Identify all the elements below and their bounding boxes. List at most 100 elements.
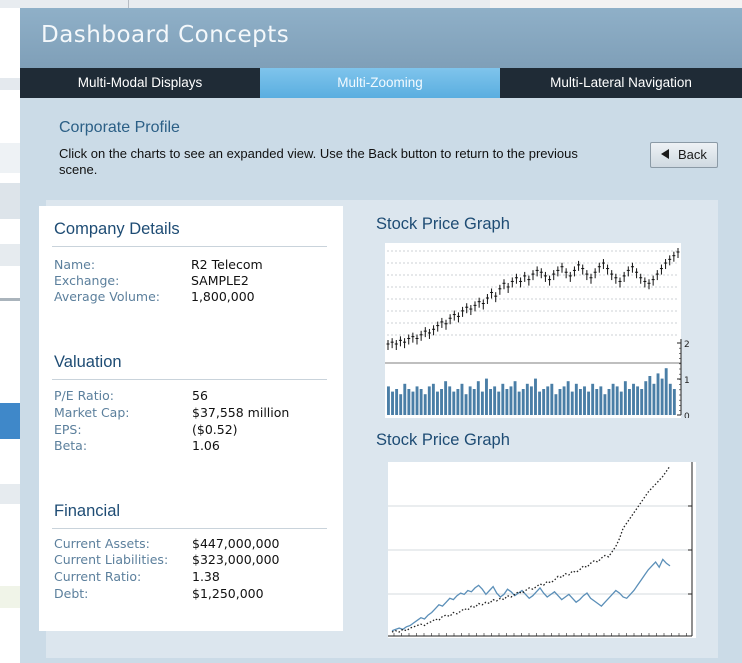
volume-bar [550, 383, 554, 415]
volume-bar [427, 386, 431, 415]
volume-bar [595, 389, 599, 415]
volume-bar [403, 383, 407, 415]
detail-row: Current Ratio: 1.38 [54, 569, 220, 585]
detail-row: EPS: ($0.52) [54, 422, 238, 438]
volume-bar [529, 386, 533, 415]
volume-bar [485, 378, 488, 415]
volume-bar [399, 394, 403, 415]
detail-label: EPS: [54, 422, 82, 437]
stock-graph-title-1: Stock Price Graph [376, 215, 510, 233]
volume-bar [672, 389, 676, 415]
volume-bar [619, 391, 623, 415]
strip-block [0, 484, 20, 504]
detail-label: Beta: [54, 438, 88, 453]
strip-block [0, 298, 20, 301]
volume-bar [521, 389, 525, 415]
toolbar-separator [128, 0, 129, 8]
detail-value: 1,800,000 [191, 289, 255, 304]
volume-bar [562, 386, 566, 415]
volume-bar [668, 383, 672, 415]
detail-label: Current Assets: [54, 536, 150, 551]
volume-bar [464, 394, 468, 415]
candlestick-chart[interactable]: 2 1 0 [385, 243, 705, 418]
stock-graph-title-2: Stock Price Graph [376, 431, 510, 449]
volume-bar [660, 378, 664, 415]
volume-bar [419, 389, 423, 415]
back-button-label: Back [678, 147, 707, 162]
volume-bar [444, 381, 448, 415]
detail-label: Current Liabilities: [54, 552, 169, 567]
tab-multi-zooming[interactable]: Multi-Zooming [260, 68, 500, 98]
volume-bar [431, 383, 435, 415]
volume-bar [578, 389, 582, 415]
volume-bar [591, 383, 595, 415]
detail-row: Name: R2 Telecom [54, 257, 263, 273]
volume-bar [538, 391, 542, 415]
detail-row: Current Assets: $447,000,000 [54, 536, 279, 552]
volume-bar [583, 386, 586, 415]
volume-axis-label: 0 [684, 412, 690, 418]
company-details-heading: Company Details [54, 220, 180, 238]
detail-label: Debt: [54, 586, 89, 601]
detail-row: P/E Ratio: 56 [54, 388, 208, 404]
section-title: Corporate Profile [59, 119, 180, 136]
tab-multi-lateral-navigation[interactable]: Multi-Lateral Navigation [500, 68, 742, 98]
volume-bar [411, 391, 415, 415]
volume-bar [603, 394, 607, 415]
back-button[interactable]: Back [650, 142, 718, 168]
detail-row: Current Liabilities: $323,000,000 [54, 552, 279, 568]
detail-value: ($0.52) [192, 422, 238, 437]
strip-block [0, 244, 20, 266]
title-bar: Dashboard Concepts [20, 8, 742, 68]
volume-bar [542, 389, 546, 415]
detail-label: P/E Ratio: [54, 388, 114, 403]
divider [52, 246, 327, 247]
detail-label: Market Cap: [54, 405, 130, 420]
volume-bar [607, 389, 611, 415]
line-comparison-chart[interactable] [388, 462, 698, 640]
volume-bar [505, 389, 509, 415]
volume-bar [468, 386, 472, 415]
volume-bar [456, 389, 460, 415]
tab-multi-modal-displays[interactable]: Multi-Modal Displays [20, 68, 260, 98]
volume-bar [440, 389, 443, 415]
volume-bar [501, 383, 505, 415]
volume-bar [558, 389, 562, 415]
detail-label: Exchange: [54, 273, 120, 288]
detail-value: R2 Telecom [191, 257, 263, 272]
valuation-heading: Valuation [54, 353, 122, 371]
detail-row: Average Volume: 1,800,000 [54, 289, 255, 305]
detail-row: Market Cap: $37,558 million [54, 405, 289, 421]
volume-bar [497, 391, 501, 415]
strip-block [0, 586, 20, 608]
volume-bar [554, 394, 558, 415]
detail-value: $37,558 million [192, 405, 290, 420]
volume-bar [423, 394, 427, 415]
nav-bar: Multi-Modal Displays Multi-Zooming Multi… [20, 68, 742, 98]
instructions-text: Click on the charts to see an expanded v… [59, 146, 578, 177]
volume-bar [476, 381, 480, 415]
volume-bar [415, 386, 419, 415]
volume-bar [534, 378, 537, 415]
background-window-strip [0, 8, 21, 663]
detail-row: Beta: 1.06 [54, 438, 220, 454]
volume-bar [395, 389, 399, 415]
detail-label: Current Ratio: [54, 569, 142, 584]
volume-bar [640, 389, 644, 415]
volume-bar [627, 389, 631, 415]
detail-value: $447,000,000 [192, 536, 280, 551]
volume-bar [509, 386, 513, 415]
volume-bar [652, 383, 656, 415]
volume-bar [472, 389, 476, 415]
detail-row: Debt: $1,250,000 [54, 586, 264, 602]
strip-block [0, 143, 20, 173]
volume-bar [525, 383, 529, 415]
volume-bar [644, 381, 648, 415]
volume-bar [448, 386, 452, 415]
volume-bar [407, 389, 411, 415]
volume-axis-label: 1 [684, 376, 690, 386]
detail-value: 1.38 [192, 569, 220, 584]
volume-bar [513, 381, 517, 415]
volume-bar [587, 391, 591, 415]
volume-bar [648, 376, 652, 415]
